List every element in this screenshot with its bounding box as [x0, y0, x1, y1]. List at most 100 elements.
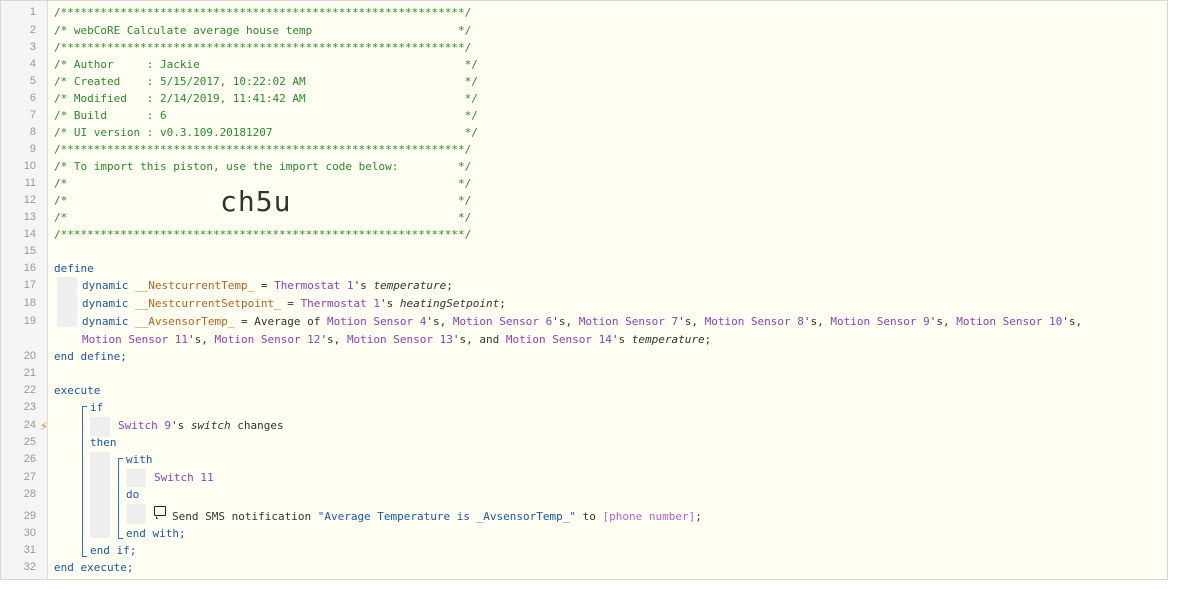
separator: 's, [929, 315, 957, 328]
lightning-bolt-icon: ⚡ [40, 420, 48, 433]
device-motion-sensor-6[interactable]: Motion Sensor 6 [453, 315, 552, 328]
separator: 's, [426, 315, 453, 328]
variable-nest-current-temp[interactable]: __NestcurrentTemp_ [135, 279, 254, 292]
separator: 's, [552, 315, 579, 328]
then-keyword: then [90, 436, 117, 449]
operator: = [254, 279, 275, 292]
semicolon: ; [499, 297, 506, 310]
device-motion-sensor-13[interactable]: Motion Sensor 13 [347, 333, 453, 346]
possessive: 's [380, 297, 400, 310]
device-motion-sensor-14[interactable]: Motion Sensor 14 [506, 333, 612, 346]
bracket-bottom [118, 538, 123, 539]
variable-nest-current-setpoint[interactable]: __NestcurrentSetpoint_ [135, 297, 281, 310]
separator: 's, [678, 315, 705, 328]
line-number: 20 [23, 350, 36, 362]
comment-line: /* webCoRE Calculate average house temp … [54, 24, 472, 37]
possessive: 's [170, 419, 191, 432]
device-motion-sensor-7[interactable]: Motion Sensor 7 [579, 315, 678, 328]
semicolon: ; [704, 333, 712, 346]
line-number: 12 [23, 194, 36, 206]
sms-message: "Average Temperature is _AvsensorTemp_" [317, 510, 576, 523]
line-number: 30 [23, 527, 36, 539]
line-number: 4 [29, 58, 36, 70]
comment-line: /* Author : Jackie */ [54, 58, 478, 71]
separator: 's, [1062, 315, 1089, 328]
line-number: 18 [23, 297, 36, 309]
dynamic-keyword: dynamic [82, 297, 129, 310]
line-number: 5 [29, 75, 36, 87]
to-keyword: to [575, 510, 603, 523]
bracket-top [82, 406, 87, 407]
device-motion-sensor-12[interactable]: Motion Sensor 12 [214, 333, 320, 346]
line-number: 17 [23, 279, 36, 291]
variable-avsensor-temp[interactable]: __AvsensorTemp_ [135, 315, 234, 328]
comment-line: /***************************************… [54, 143, 472, 156]
semicolon: ; [695, 510, 702, 523]
line-number: 22 [23, 384, 36, 396]
comment-line: /* UI version : v0.3.109.20181207 */ [54, 126, 478, 139]
define-keyword: define [54, 262, 94, 275]
separator: 's, [803, 315, 831, 328]
line-number: 19 [23, 315, 36, 327]
line-number: 8 [29, 126, 36, 138]
device-thermostat[interactable]: Thermostat 1 [274, 279, 353, 292]
device-motion-sensor-8[interactable]: Motion Sensor 8 [705, 315, 804, 328]
indent-guide [57, 277, 77, 327]
line-number: 21 [23, 367, 36, 379]
line-number: 15 [23, 245, 36, 257]
device-switch-11[interactable]: Switch 11 [154, 469, 214, 486]
line-number: 29 [23, 510, 36, 522]
comment-line: /***************************************… [54, 228, 472, 241]
bracket-top [118, 458, 123, 459]
separator: 's, [320, 333, 347, 346]
line-number: 24 [23, 419, 36, 431]
line-number: 27 [23, 471, 36, 483]
device-motion-sensor-9[interactable]: Motion Sensor 9 [830, 315, 929, 328]
if-keyword[interactable]: if [90, 399, 103, 416]
device-thermostat[interactable]: Thermostat 1 [301, 297, 380, 310]
possessive: 's [353, 279, 374, 292]
average-of: = Average of [234, 315, 328, 328]
line-number: 25 [23, 436, 36, 448]
line-number: 9 [29, 143, 36, 155]
with-keyword[interactable]: with [126, 451, 153, 468]
device-switch-9[interactable]: Switch 9 [118, 419, 171, 432]
line-number: 31 [23, 544, 36, 556]
send-sms-command[interactable]: Send SMS notification [172, 510, 318, 523]
separator: 's, [187, 333, 215, 346]
line-number: 1 [29, 6, 36, 18]
end-define-keyword: end define; [54, 350, 127, 363]
line-number: 16 [23, 262, 36, 274]
comment-line: /* To import this piston, use the import… [54, 160, 472, 173]
comment-line: /***************************************… [54, 41, 472, 54]
line-number: 13 [23, 211, 36, 223]
separator: 's, and [452, 333, 506, 346]
device-motion-sensor-10[interactable]: Motion Sensor 10 [956, 315, 1062, 328]
line-number: 10 [23, 160, 36, 172]
operator: = [280, 297, 301, 310]
indent-guide [126, 504, 146, 524]
comment-line: /* Created : 5/15/2017, 10:22:02 AM */ [54, 75, 478, 88]
execute-keyword: execute [54, 384, 101, 397]
line-number: 32 [23, 561, 36, 573]
possessive: 's [611, 333, 632, 346]
bracket-bottom [82, 556, 87, 557]
do-keyword: do [126, 488, 140, 501]
phone-number-placeholder: [phone number] [602, 510, 696, 523]
comment-line: /* Modified : 2/14/2019, 11:41:42 AM */ [54, 92, 478, 105]
device-motion-sensor-4[interactable]: Motion Sensor 4 [327, 315, 426, 328]
end-execute-keyword: end execute; [54, 561, 134, 574]
import-code[interactable]: ch5u [220, 185, 291, 218]
device-motion-sensor-11[interactable]: Motion Sensor 11 [82, 333, 188, 346]
line-number: 23 [23, 401, 36, 413]
end-if-keyword: end if; [90, 544, 137, 557]
comment-line: /* Build : 6 */ [54, 109, 478, 122]
semicolon: ; [446, 279, 453, 292]
end-with-keyword: end with; [126, 527, 186, 540]
speech-bubble-icon [154, 506, 166, 519]
line-number: 28 [23, 488, 36, 500]
attribute-temperature: temperature [373, 279, 447, 292]
line-number: 11 [24, 177, 36, 189]
attribute-switch: switch [190, 419, 231, 432]
attribute-heating-setpoint: heatingSetpoint [399, 297, 500, 310]
